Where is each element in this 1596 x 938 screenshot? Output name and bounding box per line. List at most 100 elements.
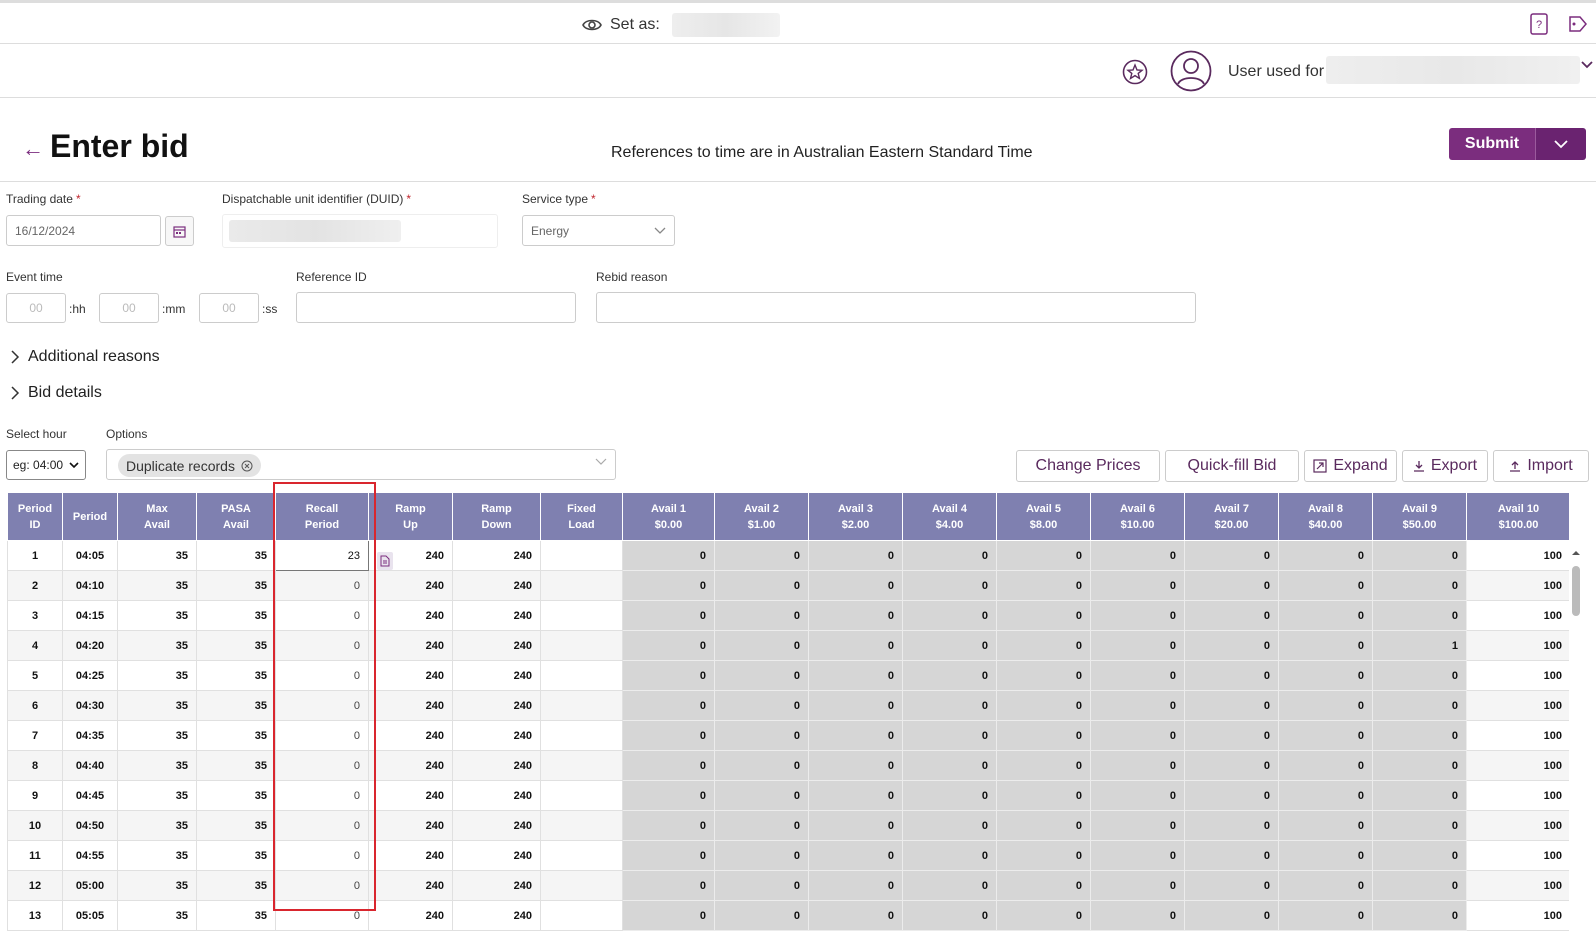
grid-cell[interactable]: 0	[275, 720, 369, 751]
grid-cell[interactable]: 35	[117, 660, 197, 691]
grid-cell[interactable]: 0	[996, 750, 1091, 781]
grid-cell[interactable]: 240	[368, 780, 453, 811]
grid-cell[interactable]: 0	[1372, 870, 1467, 901]
grid-cell[interactable]: 0	[1184, 660, 1279, 691]
grid-cell[interactable]: 0	[1372, 600, 1467, 631]
grid-cell[interactable]: 0	[1090, 660, 1185, 691]
grid-cell[interactable]: 0	[275, 840, 369, 871]
grid-cell[interactable]: 0	[1278, 600, 1373, 631]
options-multiselect[interactable]: Duplicate records	[106, 449, 616, 480]
grid-cell[interactable]: 35	[196, 600, 276, 631]
submit-button[interactable]: Submit	[1449, 128, 1535, 160]
grid-cell[interactable]: 35	[117, 570, 197, 601]
grid-cell[interactable]: 35	[196, 660, 276, 691]
grid-cell[interactable]: 0	[1372, 570, 1467, 601]
column-header[interactable]: Avail 6 $10.00	[1090, 492, 1185, 541]
grid-cell[interactable]: 0	[996, 900, 1091, 931]
grid-cell[interactable]: 35	[117, 870, 197, 901]
grid-cell[interactable]: 0	[808, 810, 903, 841]
import-button[interactable]: Import	[1493, 450, 1589, 482]
set-as[interactable]: Set as:	[582, 13, 780, 37]
grid-cell[interactable]: 240	[452, 630, 541, 661]
user-value-redacted[interactable]	[1326, 56, 1580, 84]
grid-cell[interactable]: 0	[1372, 810, 1467, 841]
grid-cell[interactable]: 0	[1090, 750, 1185, 781]
grid-cell[interactable]: 0	[902, 600, 997, 631]
grid-cell[interactable]: 0	[1278, 690, 1373, 721]
grid-cell[interactable]: 0	[902, 540, 997, 571]
grid-cell[interactable]: 0	[902, 810, 997, 841]
grid-cell[interactable]: 0	[1090, 540, 1185, 571]
grid-cell[interactable]: 0	[1372, 780, 1467, 811]
expand-button[interactable]: Expand	[1304, 450, 1397, 482]
grid-cell[interactable]: 0	[808, 690, 903, 721]
grid-cell[interactable]: 0	[275, 750, 369, 781]
grid-cell[interactable]: 0	[1184, 900, 1279, 931]
trading-date-input[interactable]: 16/12/2024	[6, 215, 161, 246]
column-header[interactable]: Avail 10 $100.00	[1466, 492, 1569, 541]
grid-cell[interactable]	[540, 570, 623, 601]
grid-cell[interactable]: 35	[196, 540, 276, 571]
avatar[interactable]	[1170, 50, 1212, 92]
chevron-down-icon[interactable]	[1581, 60, 1593, 70]
grid-cell[interactable]: 0	[275, 600, 369, 631]
grid-cell[interactable]: 0	[1372, 750, 1467, 781]
grid-cell[interactable]: 0	[1372, 660, 1467, 691]
grid-cell[interactable]	[540, 900, 623, 931]
scroll-up-icon[interactable]	[1570, 548, 1582, 558]
select-hour-dropdown[interactable]: eg: 04:00	[6, 450, 86, 480]
column-header[interactable]: Period	[62, 492, 118, 541]
grid-cell[interactable]	[540, 690, 623, 721]
additional-reasons-toggle[interactable]: Additional reasons	[10, 348, 160, 366]
grid-cell[interactable]: 240	[368, 750, 453, 781]
grid-cell[interactable]	[540, 600, 623, 631]
grid-cell[interactable]: 240	[452, 540, 541, 571]
grid-cell[interactable]: 0	[996, 570, 1091, 601]
grid-cell[interactable]: 0	[622, 660, 715, 691]
grid-cell[interactable]: 0	[275, 810, 369, 841]
grid-cell[interactable]: 100	[1466, 690, 1569, 721]
grid-cell[interactable]: 240	[452, 870, 541, 901]
grid-cell[interactable]: 240	[368, 690, 453, 721]
tag-icon[interactable]	[1568, 13, 1588, 35]
column-header[interactable]: PASA Avail	[196, 492, 276, 541]
event-hour-input[interactable]: 00	[6, 293, 66, 323]
grid-cell[interactable]: 0	[1090, 870, 1185, 901]
grid-cell[interactable]: 240	[452, 570, 541, 601]
grid-cell[interactable]	[540, 870, 623, 901]
grid-cell[interactable]: 0	[1278, 870, 1373, 901]
event-minute-input[interactable]: 00	[99, 293, 159, 323]
grid-cell[interactable]: 0	[1090, 720, 1185, 751]
grid-cell[interactable]: 0	[808, 630, 903, 661]
grid-cell[interactable]: 0	[1184, 840, 1279, 871]
grid-cell[interactable]: 0	[622, 750, 715, 781]
grid-cell[interactable]: 0	[902, 690, 997, 721]
grid-cell[interactable]: 35	[196, 870, 276, 901]
grid-cell[interactable]: 0	[714, 780, 809, 811]
grid-cell[interactable]: 0	[714, 540, 809, 571]
grid-cell[interactable]: 0	[902, 630, 997, 661]
grid-cell[interactable]: 100	[1466, 870, 1569, 901]
grid-cell[interactable]: 0	[808, 600, 903, 631]
bid-details-toggle[interactable]: Bid details	[10, 384, 102, 402]
grid-cell[interactable]: 0	[1278, 810, 1373, 841]
grid-cell[interactable]: 0	[275, 660, 369, 691]
grid-cell[interactable]: 35	[117, 900, 197, 931]
column-header[interactable]: Max Avail	[117, 492, 197, 541]
grid-cell[interactable]: 0	[808, 540, 903, 571]
grid-cell[interactable]: 0	[996, 600, 1091, 631]
column-header[interactable]: Avail 8 $40.00	[1278, 492, 1373, 541]
grid-cell[interactable]: 240	[368, 570, 453, 601]
grid-cell[interactable]: 0	[902, 900, 997, 931]
grid-scrollbar[interactable]	[1570, 548, 1582, 938]
grid-cell[interactable]: 0	[1090, 810, 1185, 841]
grid-cell[interactable]: 0	[996, 630, 1091, 661]
grid-cell[interactable]: 0	[1278, 720, 1373, 751]
row-note-icon[interactable]	[377, 552, 393, 570]
grid-cell[interactable]: 35	[196, 780, 276, 811]
grid-cell[interactable]: 0	[1090, 630, 1185, 661]
grid-cell[interactable]: 0	[902, 840, 997, 871]
grid-cell[interactable]: 0	[996, 780, 1091, 811]
grid-cell[interactable]: 0	[714, 810, 809, 841]
grid-cell[interactable]	[540, 750, 623, 781]
